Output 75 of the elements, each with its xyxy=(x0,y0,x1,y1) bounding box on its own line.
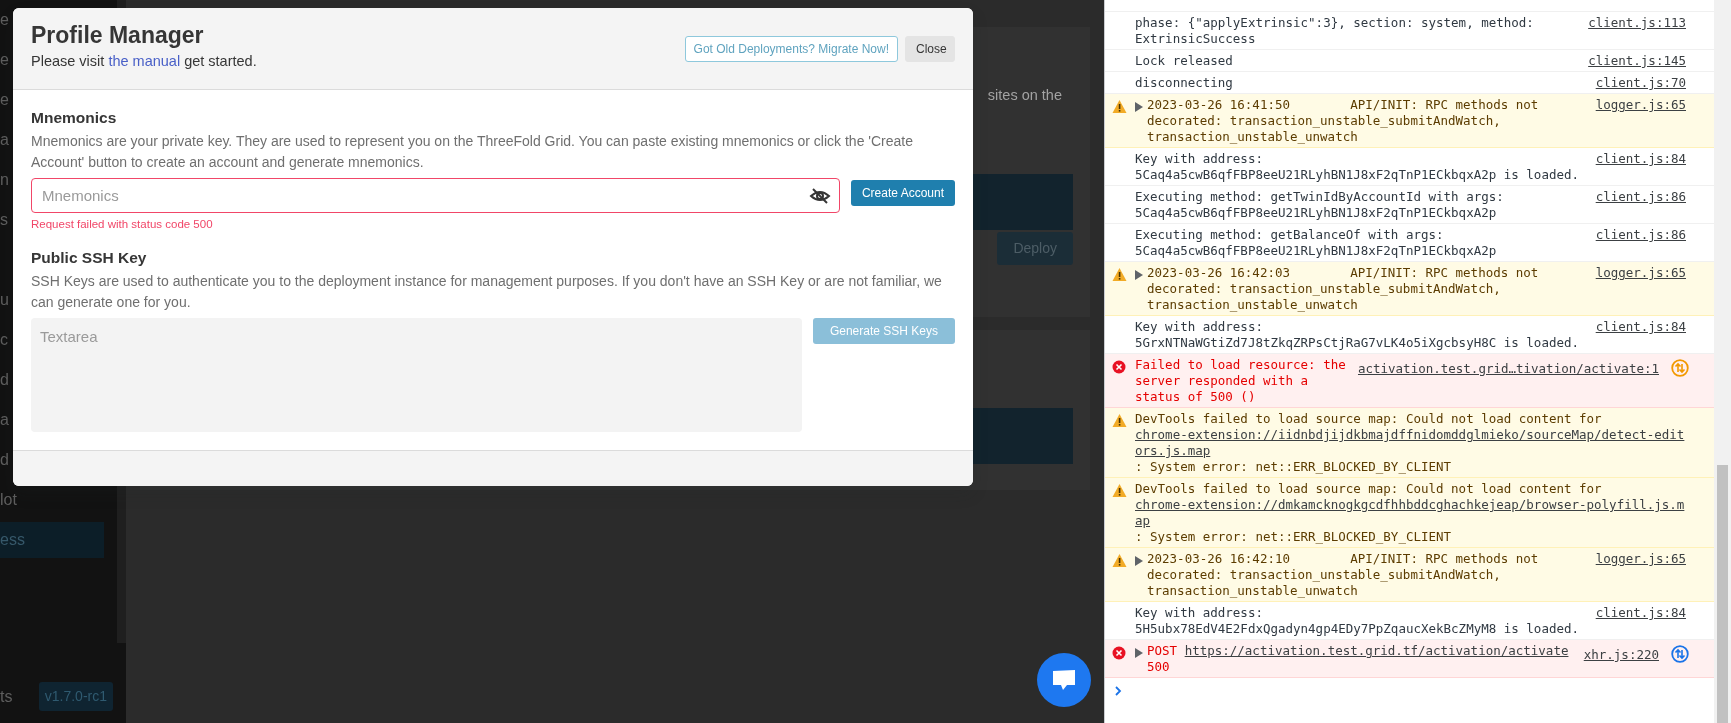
error-icon xyxy=(1112,359,1126,374)
sidebar-item[interactable]: a xyxy=(0,402,9,438)
source-link[interactable]: xhr.js:220 xyxy=(1583,647,1659,663)
console-message: phase: {"applyExtrinsic":3}, section: system, method: ExtrinsicSuccess xyxy=(1135,15,1535,46)
section-title: Public SSH Key xyxy=(31,248,148,268)
url-link[interactable]: chrome-extension://dmkamcknogkgcdfhhbddcghachkejeap/browser-polyfill.js.map xyxy=(1135,497,1686,529)
source-link[interactable]: client.js:84 xyxy=(1595,605,1686,621)
console-message: Executing method: getBalanceOf with args: 5Caq4a5cwB6qfFBP8eeU21RLyhBN1J8xF2qTnP1ECkbqxA2p xyxy=(1135,227,1497,258)
console-message: Key with address: 5H5ubx78EdV4E2FdxQgadyn4gp4EDy7PpZqaucXekBcZMyM8 is loaded. xyxy=(1135,605,1579,636)
source-link[interactable]: client.js:86 xyxy=(1595,189,1686,205)
console-message: Failed to load resource: the server responded with a status of 500 () xyxy=(1135,357,1347,404)
create-account-button[interactable]: Create Account xyxy=(850,180,955,206)
ssh-key-field[interactable]: Textarea xyxy=(31,318,802,432)
source-link[interactable]: client.js:84 xyxy=(1595,151,1686,167)
description-text: Mnemonics are your private key. They are used to represent you on the ThreeFold Grid. You can paste existing mnemonics or click the 'Create Account' button to create an account and generate mnemonics. xyxy=(31,132,914,172)
console-message: Key with address: 5Caq4a5cwB6qfFBP8eeU21RLyhBN1J8xF2qTnP1ECkbqxA2p is loaded. xyxy=(1135,151,1579,182)
version-tag: v1.7.0-rc1 xyxy=(38,682,113,711)
warning-icon xyxy=(1112,553,1127,568)
migrate-button[interactable]: Got Old Deployments? Migrate Now! xyxy=(684,36,898,62)
manual-link[interactable]: the manual xyxy=(108,53,181,69)
description-text: sites on the xyxy=(987,86,1062,105)
sidebar-item[interactable]: d xyxy=(0,362,9,398)
chat-button[interactable] xyxy=(1037,653,1091,707)
scrollbar[interactable] xyxy=(1714,0,1731,723)
sidebar-item[interactable]: n xyxy=(0,162,9,198)
sidebar-item[interactable]: u xyxy=(0,282,9,318)
console-message: DevTools failed to load source map: Could not load content for xyxy=(1135,481,1602,496)
source-link[interactable]: client.js:145 xyxy=(1588,53,1686,69)
sidebar-item[interactable]: a xyxy=(0,122,9,158)
modal-title: Profile Manager xyxy=(31,21,205,49)
sidebar-item[interactable]: s xyxy=(0,202,8,238)
console-message: Key with address: 5GrxNTNaWGtiZd7J8tZkqZRPsCtjRaG7vLK4o5iXgcbsyH8C is loaded. xyxy=(1135,319,1579,350)
source-link[interactable]: logger.js:65 xyxy=(1595,265,1686,281)
warning-icon xyxy=(1112,99,1127,114)
sidebar-item[interactable]: d xyxy=(0,442,9,478)
console-message: 500 xyxy=(1147,659,1170,674)
console-message: disconnecting xyxy=(1135,75,1233,90)
source-link[interactable]: client.js:70 xyxy=(1595,75,1686,91)
source-link[interactable]: client.js:84 xyxy=(1595,319,1686,335)
console-message: : System error: net::ERR_BLOCKED_BY_CLIENT xyxy=(1135,459,1453,475)
console-message: DevTools failed to load source map: Could not load content for xyxy=(1135,411,1602,426)
error-icon xyxy=(1112,645,1126,660)
console-message: 2023-03-26 16:41:50 API/INIT: RPC methods not decorated: transaction_unstable_submitAndWatch, transaction_unstable_unwatch xyxy=(1147,97,1540,144)
source-link[interactable]: logger.js:65 xyxy=(1595,551,1686,567)
error-message: Request failed with status code 500 xyxy=(31,217,214,231)
sidebar-item[interactable]: ts xyxy=(0,684,13,709)
close-button[interactable]: Close xyxy=(905,36,955,62)
console-message: 2023-03-26 16:42:03 API/INIT: RPC methods not decorated: transaction_unstable_submitAndWatch, transaction_unstable_unwatch xyxy=(1147,265,1540,312)
description-text: SSH Keys are used to authenticate you to the deployment instance for management purposes. If you don't have an SSH Key or are not familiar, we can generate one for you. xyxy=(31,272,943,312)
prompt-chevron-icon xyxy=(1114,684,1123,697)
warning-icon xyxy=(1112,483,1127,498)
source-link[interactable]: client.js:113 xyxy=(1588,15,1686,31)
warning-icon xyxy=(1112,267,1127,282)
source-link[interactable]: client.js:86 xyxy=(1595,227,1686,243)
console-message: 2023-03-26 16:42:10 API/INIT: RPC methods not decorated: transaction_unstable_submitAndWatch, transaction_unstable_unwatch xyxy=(1147,551,1540,598)
network-request-icon[interactable] xyxy=(1671,645,1689,663)
console-message: : System error: net::ERR_BLOCKED_BY_CLIENT xyxy=(1135,529,1453,545)
warning-icon xyxy=(1112,413,1127,428)
sidebar-item[interactable]: c xyxy=(0,322,8,358)
mnemonics-field[interactable]: Mnemonics xyxy=(31,178,840,213)
url-link[interactable]: chrome-extension://iidnbdjijdkbmajdffnidomddglmieko/sourceMap/detect-editors.js.map xyxy=(1135,427,1686,459)
url-link[interactable]: https://activation.test.grid.tf/activation/activate xyxy=(1184,643,1569,658)
source-link[interactable]: logger.js:65 xyxy=(1595,97,1686,113)
console-message: Lock released xyxy=(1135,53,1233,68)
chat-icon xyxy=(1050,668,1078,692)
eye-slash-icon[interactable] xyxy=(808,187,831,205)
source-link[interactable]: activation.test.grid…tivation/activate:1 xyxy=(1357,361,1659,377)
subtitle-text: Please visit the manual get started. xyxy=(31,52,257,71)
sidebar-item[interactable]: e xyxy=(0,42,9,78)
section-title: Mnemonics xyxy=(31,108,118,128)
console-message: POST xyxy=(1147,643,1178,658)
sidebar-item[interactable]: lot xyxy=(0,482,17,518)
console-message: Executing method: getTwinIdByAccountId with args: 5Caq4a5cwB6qfFBP8eeU21RLyhBN1J8xF2qTnP1ECkbqxA2p xyxy=(1135,189,1505,220)
sidebar-item[interactable]: e xyxy=(0,2,9,38)
sidebar-item[interactable]: e xyxy=(0,82,9,118)
